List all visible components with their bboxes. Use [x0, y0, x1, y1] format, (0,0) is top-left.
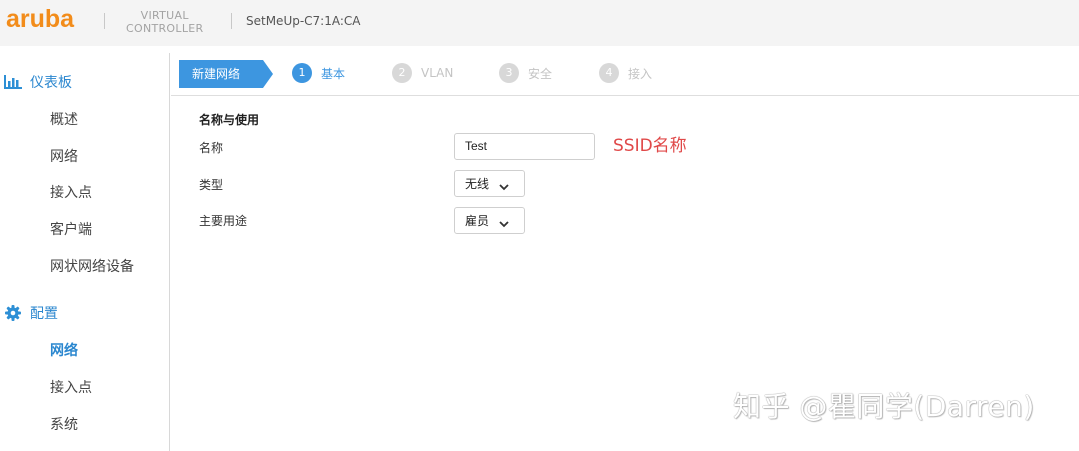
chevron-down-icon — [498, 215, 510, 234]
network-name-input[interactable]: Test — [454, 133, 595, 160]
sidebar-item-access-points[interactable]: 接入点 — [50, 182, 92, 202]
gear-icon — [4, 305, 22, 321]
step-label: 安全 — [528, 66, 553, 81]
step-security[interactable]: 3 安全 — [499, 63, 552, 83]
wizard-steps-bar: 新建网络 1 基本 2 VLAN 3 安全 4 接入 — [171, 53, 1079, 96]
step-basic[interactable]: 1 基本 — [292, 63, 345, 83]
watermark: 知乎 @瞿同学(Darren) — [733, 390, 1035, 423]
usage-select[interactable]: 雇员 — [454, 207, 525, 234]
sidebar-section-label: 配置 — [30, 306, 58, 322]
step-access[interactable]: 4 接入 — [599, 63, 652, 83]
type-select[interactable]: 无线 — [454, 170, 525, 197]
aruba-logo[interactable]: aruba — [6, 5, 74, 34]
step-number: 1 — [292, 63, 312, 83]
step-label: VLAN — [421, 66, 454, 80]
step-number: 3 — [499, 63, 519, 83]
sidebar-item-config-system[interactable]: 系统 — [50, 414, 78, 434]
usage-label: 主要用途 — [199, 214, 248, 228]
step-label: 基本 — [321, 66, 346, 81]
sidebar-item-config-access-points[interactable]: 接入点 — [50, 377, 92, 397]
sidebar-item-overview[interactable]: 概述 — [50, 109, 78, 129]
sidebar-item-clients[interactable]: 客户端 — [50, 219, 92, 239]
new-network-title: 新建网络 — [179, 60, 273, 88]
usage-value: 雇员 — [465, 214, 490, 228]
sidebar-section-label: 仪表板 — [30, 75, 72, 91]
step-vlan[interactable]: 2 VLAN — [392, 63, 453, 83]
step-number: 4 — [599, 63, 619, 83]
section-title-name-usage: 名称与使用 — [199, 113, 260, 127]
chevron-down-icon — [498, 178, 510, 197]
step-number: 2 — [392, 63, 412, 83]
header-divider — [231, 13, 232, 29]
type-value: 无线 — [465, 177, 490, 191]
top-header: aruba VIRTUAL CONTROLLER SetMeUp-C7:1A:C… — [0, 0, 1079, 46]
name-label: 名称 — [199, 141, 224, 155]
sidebar-item-networks[interactable]: 网络 — [50, 146, 78, 166]
sidebar-section-dashboard[interactable]: 仪表板 — [4, 72, 72, 92]
type-label: 类型 — [199, 178, 224, 192]
step-label: 接入 — [628, 66, 653, 81]
ssid-name-annotation: SSID名称 — [613, 136, 687, 156]
bar-chart-icon — [4, 74, 22, 90]
product-name: VIRTUAL CONTROLLER — [126, 9, 204, 35]
sidebar-item-config-networks[interactable]: 网络 — [50, 340, 78, 360]
sidebar-item-mesh-devices[interactable]: 网状网络设备 — [50, 256, 134, 276]
device-name: SetMeUp-C7:1A:CA — [246, 14, 361, 28]
sidebar-section-configuration[interactable]: 配置 — [4, 303, 58, 323]
header-divider — [104, 13, 105, 29]
